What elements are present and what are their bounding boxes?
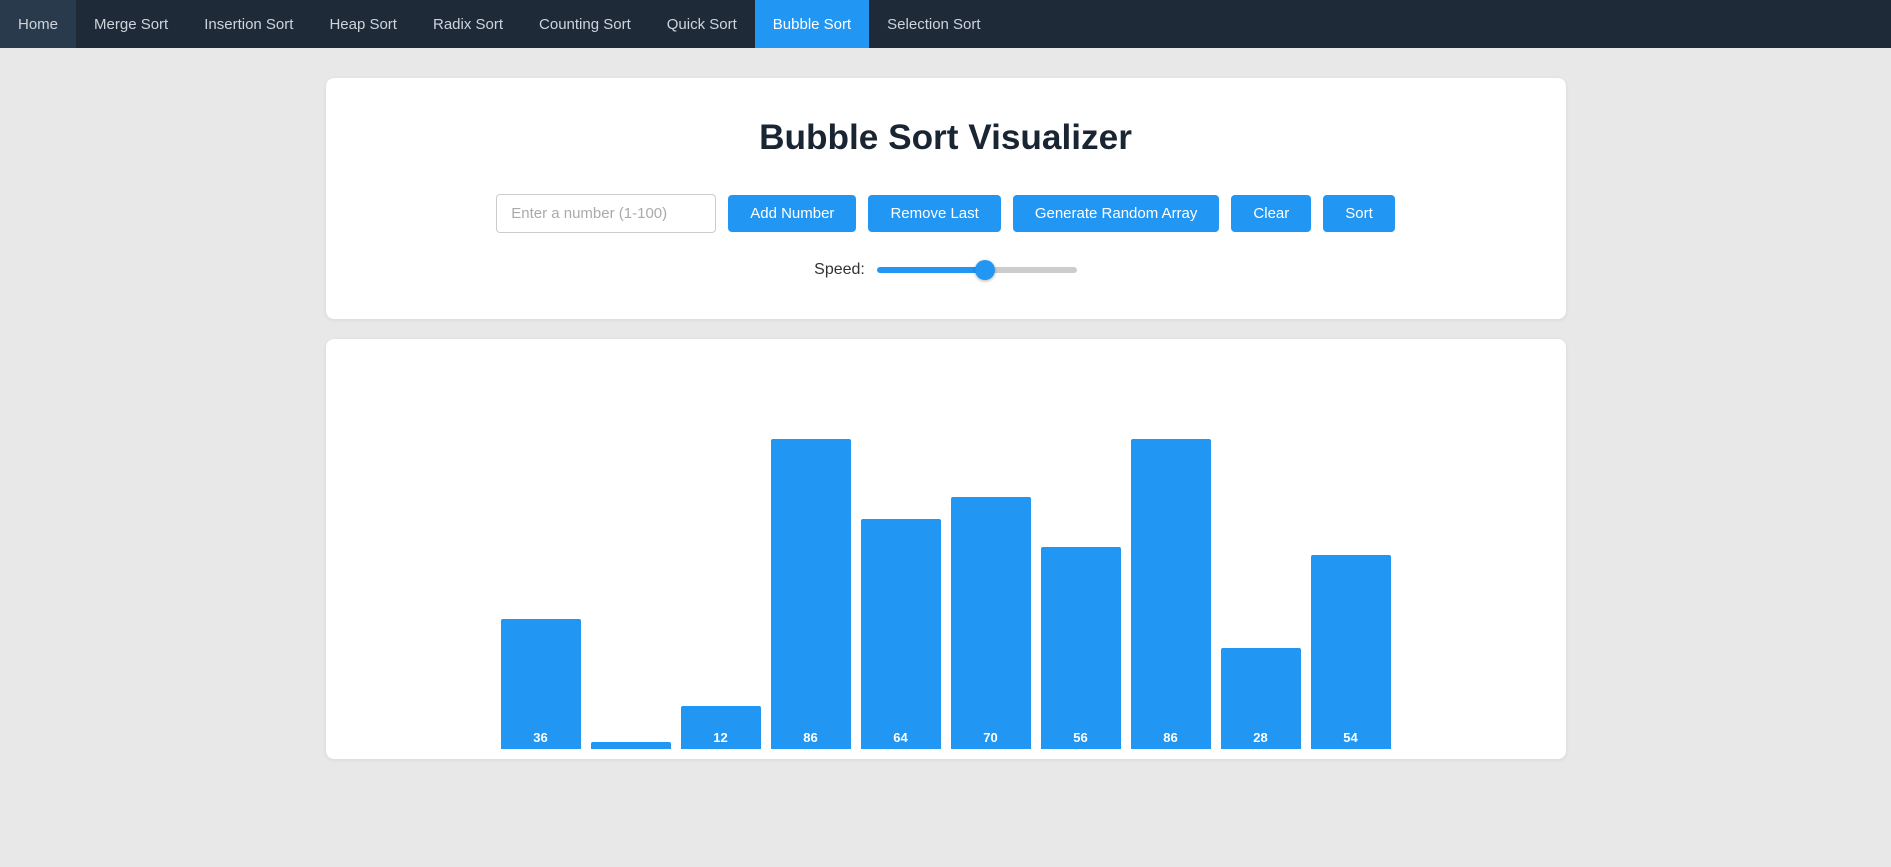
bar-item: 70 bbox=[951, 497, 1031, 749]
bar: 86 bbox=[1131, 439, 1211, 749]
bar: 12 bbox=[681, 706, 761, 749]
bar-value-label: 70 bbox=[983, 730, 997, 749]
bar-value-label: 12 bbox=[713, 730, 727, 749]
bars-container: 36 2 12 86 64 70 56 86 28 54 bbox=[346, 369, 1546, 749]
navbar: HomeMerge SortInsertion SortHeap SortRad… bbox=[0, 0, 1891, 48]
bar-value-label: 86 bbox=[1163, 730, 1177, 749]
bar: 56 bbox=[1041, 547, 1121, 749]
nav-item-home[interactable]: Home bbox=[0, 0, 76, 48]
add-number-button[interactable]: Add Number bbox=[728, 195, 856, 232]
bar-value-label: 56 bbox=[1073, 730, 1087, 749]
nav-item-radix-sort[interactable]: Radix Sort bbox=[415, 0, 521, 48]
main-content: Bubble Sort Visualizer Add Number Remove… bbox=[306, 78, 1586, 759]
bar: 2 bbox=[591, 742, 671, 749]
bar: 36 bbox=[501, 619, 581, 749]
nav-item-merge-sort[interactable]: Merge Sort bbox=[76, 0, 186, 48]
speed-label: Speed: bbox=[814, 261, 865, 279]
bar-value-label: 28 bbox=[1253, 730, 1267, 749]
bar-item: 86 bbox=[771, 439, 851, 749]
bar: 70 bbox=[951, 497, 1031, 749]
bar-item: 2 bbox=[591, 742, 671, 749]
bar: 86 bbox=[771, 439, 851, 749]
bar-value-label: 86 bbox=[803, 730, 817, 749]
nav-item-heap-sort[interactable]: Heap Sort bbox=[311, 0, 415, 48]
bar-value-label: 64 bbox=[893, 730, 907, 749]
number-input[interactable] bbox=[496, 194, 716, 233]
remove-last-button[interactable]: Remove Last bbox=[868, 195, 1000, 232]
sort-button[interactable]: Sort bbox=[1323, 195, 1395, 232]
speed-row: Speed: bbox=[356, 261, 1536, 279]
nav-item-insertion-sort[interactable]: Insertion Sort bbox=[186, 0, 311, 48]
bar-value-label: 2 bbox=[627, 730, 634, 749]
clear-button[interactable]: Clear bbox=[1231, 195, 1311, 232]
bar-item: 56 bbox=[1041, 547, 1121, 749]
bar-item: 86 bbox=[1131, 439, 1211, 749]
bar-value-label: 36 bbox=[533, 730, 547, 749]
bar-item: 12 bbox=[681, 706, 761, 749]
nav-item-selection-sort[interactable]: Selection Sort bbox=[869, 0, 998, 48]
bar-item: 64 bbox=[861, 519, 941, 749]
control-card: Bubble Sort Visualizer Add Number Remove… bbox=[326, 78, 1566, 319]
bar-item: 54 bbox=[1311, 555, 1391, 749]
bar: 64 bbox=[861, 519, 941, 749]
bar-item: 36 bbox=[501, 619, 581, 749]
page-title: Bubble Sort Visualizer bbox=[356, 118, 1536, 158]
nav-item-counting-sort[interactable]: Counting Sort bbox=[521, 0, 649, 48]
bar-value-label: 54 bbox=[1343, 730, 1357, 749]
speed-slider[interactable] bbox=[877, 267, 1077, 273]
bar: 54 bbox=[1311, 555, 1391, 749]
bar-item: 28 bbox=[1221, 648, 1301, 749]
bar: 28 bbox=[1221, 648, 1301, 749]
nav-item-quick-sort[interactable]: Quick Sort bbox=[649, 0, 755, 48]
generate-random-button[interactable]: Generate Random Array bbox=[1013, 195, 1220, 232]
controls-row: Add Number Remove Last Generate Random A… bbox=[356, 194, 1536, 233]
nav-item-bubble-sort[interactable]: Bubble Sort bbox=[755, 0, 869, 48]
chart-card: 36 2 12 86 64 70 56 86 28 54 bbox=[326, 339, 1566, 759]
